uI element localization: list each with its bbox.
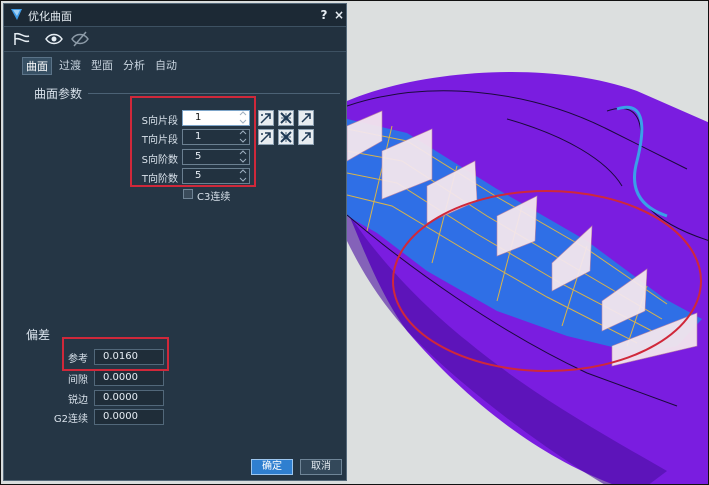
help-button[interactable]: ? (316, 7, 332, 23)
section-divider (88, 93, 340, 94)
g2-continuity-label: G2连续 (53, 414, 88, 425)
tab-auto[interactable]: 自动 (152, 57, 180, 75)
cancel-button[interactable]: 取消 (300, 459, 342, 475)
arrow-up-right-icon (301, 113, 311, 123)
sharp-edge-field[interactable]: 0.0000 (94, 390, 164, 406)
app-logo-icon (11, 9, 22, 20)
reset-t-button[interactable] (278, 129, 294, 145)
deviation-title: 偏差 (26, 328, 51, 342)
window-title: 优化曲面 (28, 10, 72, 23)
sharp-edge-label: 锐边 (68, 395, 88, 406)
c3-continuity-label: C3连续 (197, 192, 231, 203)
arrow-pick-icon (260, 113, 271, 124)
extend-t-button[interactable] (298, 129, 314, 145)
gap-field[interactable]: 0.0000 (94, 370, 164, 386)
pick-t-button[interactable] (258, 129, 274, 145)
params-highlight-box (130, 96, 256, 187)
viewport-canvas[interactable] (347, 1, 709, 485)
c3-continuity-checkbox[interactable] (183, 189, 193, 199)
surface-params-title: 曲面参数 (34, 87, 83, 101)
gap-label: 间隙 (68, 375, 88, 386)
pick-s-button[interactable] (258, 110, 274, 126)
show-eye-icon[interactable] (44, 30, 64, 48)
tab-analysis[interactable]: 分析 (120, 57, 148, 75)
arrow-pick-icon (260, 132, 271, 143)
optimize-surface-dialog: 优化曲面 ? × 曲面 过渡 型面 分析 自动 曲面参数 S向片段 1 T向片段… (3, 3, 347, 481)
g2-continuity-field[interactable]: 0.0000 (94, 409, 164, 425)
tab-profile[interactable]: 型面 (88, 57, 116, 75)
title-bar[interactable]: 优化曲面 ? × (4, 4, 346, 27)
reset-s-button[interactable] (278, 110, 294, 126)
reference-highlight-box (62, 337, 169, 371)
cross-icon (280, 112, 292, 124)
cross-icon (280, 131, 292, 143)
toolbar (4, 27, 346, 52)
extend-s-button[interactable] (298, 110, 314, 126)
tab-transition[interactable]: 过渡 (56, 57, 84, 75)
cad-viewport[interactable] (347, 1, 709, 485)
surface-select-icon[interactable] (12, 30, 32, 48)
hide-eye-icon[interactable] (70, 30, 90, 48)
arrow-up-right-icon (301, 132, 311, 142)
tab-surface[interactable]: 曲面 (22, 57, 52, 75)
close-button[interactable]: × (331, 7, 347, 23)
ok-button[interactable]: 确定 (251, 459, 293, 475)
screenshot-frame: 优化曲面 ? × 曲面 过渡 型面 分析 自动 曲面参数 S向片段 1 T向片段… (0, 0, 709, 485)
